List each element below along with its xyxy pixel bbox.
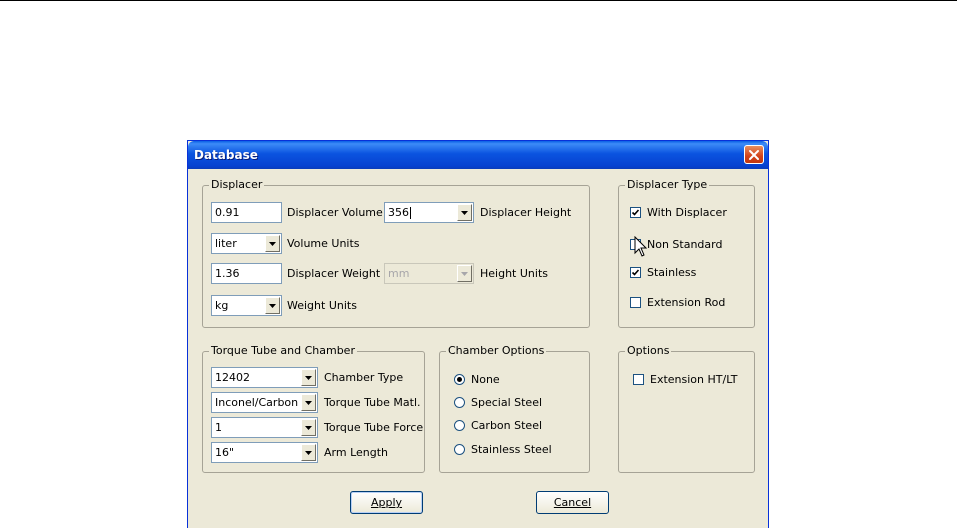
chevron-down-icon [461, 272, 468, 276]
radio-stainless-steel-label: Stainless Steel [471, 443, 552, 456]
torque-tube-group: Torque Tube and Chamber 12402 Chamber Ty… [202, 344, 425, 473]
chevron-down-icon [269, 304, 276, 308]
stainless-label: Stainless [647, 266, 697, 279]
torque-tube-legend: Torque Tube and Chamber [209, 344, 357, 358]
volume-units-value: liter [215, 237, 237, 250]
arm-length-value: 16" [215, 446, 235, 459]
chamber-type-combo[interactable]: 12402 [211, 367, 318, 388]
close-icon [749, 150, 759, 160]
radio-special-steel[interactable] [454, 397, 465, 408]
displacer-height-value[interactable]: 356 [388, 206, 409, 219]
radio-stainless-steel[interactable] [454, 444, 465, 455]
torque-tube-matl-value: Inconel/Carbon [215, 396, 299, 409]
displacer-height-label: Displacer Height [480, 206, 572, 219]
chamber-type-label: Chamber Type [324, 371, 404, 384]
title-bar[interactable]: Database [188, 141, 768, 169]
radio-carbon-steel-label: Carbon Steel [471, 419, 543, 432]
torque-tube-force-label: Torque Tube Force [324, 421, 424, 434]
torque-tube-force-dropdown-button[interactable] [301, 419, 316, 436]
chevron-down-icon [305, 426, 312, 430]
extension-ht-lt-checkbox[interactable] [633, 374, 644, 385]
with-displacer-checkbox[interactable] [630, 207, 641, 218]
with-displacer-label: With Displacer [647, 206, 727, 219]
radio-special-steel-label: Special Steel [471, 396, 543, 409]
options-group: Options Extension HT/LT [618, 344, 755, 473]
dialog-title: Database [194, 148, 258, 162]
torque-tube-force-value: 1 [215, 421, 222, 434]
arm-length-label: Arm Length [324, 446, 389, 459]
non-standard-label: Non Standard [647, 238, 723, 251]
chamber-type-dropdown-button[interactable] [301, 369, 316, 386]
stainless-checkbox[interactable] [630, 267, 641, 278]
checkmark-icon [631, 209, 640, 216]
chevron-down-icon [269, 242, 276, 246]
chevron-down-icon [305, 376, 312, 380]
chamber-type-value: 12402 [215, 371, 250, 384]
displacer-height-dropdown-button[interactable] [457, 204, 472, 221]
torque-tube-matl-dropdown-button[interactable] [301, 394, 316, 411]
apply-button[interactable]: Apply [350, 491, 423, 514]
extension-rod-checkbox[interactable] [630, 297, 641, 308]
height-units-label: Height Units [480, 267, 548, 280]
displacer-weight-field[interactable]: 1.36 [211, 263, 282, 284]
chevron-down-icon [305, 451, 312, 455]
radio-none[interactable] [454, 374, 465, 385]
weight-units-combo[interactable]: kg [211, 295, 282, 316]
height-units-combo: mm [384, 263, 474, 284]
displacer-weight-label: Displacer Weight [287, 267, 381, 280]
torque-tube-force-combo[interactable]: 1 [211, 417, 318, 438]
radio-carbon-steel[interactable] [454, 420, 465, 431]
mouse-pointer-icon [634, 236, 648, 257]
options-legend: Options [625, 344, 672, 358]
displacer-volume-label: Displacer Volume [287, 206, 383, 219]
close-button[interactable] [744, 145, 764, 164]
radio-selected-dot [457, 377, 462, 382]
displacer-group: Displacer 0.91 Displacer Volume 356 Disp… [202, 178, 590, 328]
chevron-down-icon [305, 401, 312, 405]
volume-units-label: Volume Units [287, 237, 360, 250]
chevron-down-icon [461, 211, 468, 215]
height-units-dropdown-button [457, 265, 472, 282]
chamber-options-legend: Chamber Options [446, 344, 547, 358]
weight-units-value: kg [215, 299, 229, 312]
weight-units-label: Weight Units [287, 299, 357, 312]
displacer-volume-field[interactable]: 0.91 [211, 202, 282, 223]
arm-length-dropdown-button[interactable] [301, 444, 316, 461]
torque-tube-matl-label: Torque Tube Matl. [324, 396, 421, 409]
torque-tube-matl-combo[interactable]: Inconel/Carbon [211, 392, 318, 413]
database-dialog: Database Displacer 0.91 Displacer Volume… [187, 140, 769, 528]
displacer-legend: Displacer [209, 178, 265, 192]
volume-units-dropdown-button[interactable] [265, 235, 280, 252]
height-units-value: mm [388, 267, 410, 280]
extension-ht-lt-label: Extension HT/LT [650, 373, 738, 386]
radio-none-label: None [471, 373, 500, 386]
extension-rod-label: Extension Rod [647, 296, 726, 309]
volume-units-combo[interactable]: liter [211, 233, 282, 254]
checkmark-icon [631, 269, 640, 276]
weight-units-dropdown-button[interactable] [265, 297, 280, 314]
displacer-height-combo[interactable]: 356 [384, 202, 474, 223]
arm-length-combo[interactable]: 16" [211, 442, 318, 463]
displacer-type-legend: Displacer Type [625, 178, 710, 192]
page-top-rule [0, 0, 957, 1]
chamber-options-group: Chamber Options None Special Steel Carbo… [439, 344, 590, 473]
cancel-button[interactable]: Cancel [536, 491, 609, 514]
